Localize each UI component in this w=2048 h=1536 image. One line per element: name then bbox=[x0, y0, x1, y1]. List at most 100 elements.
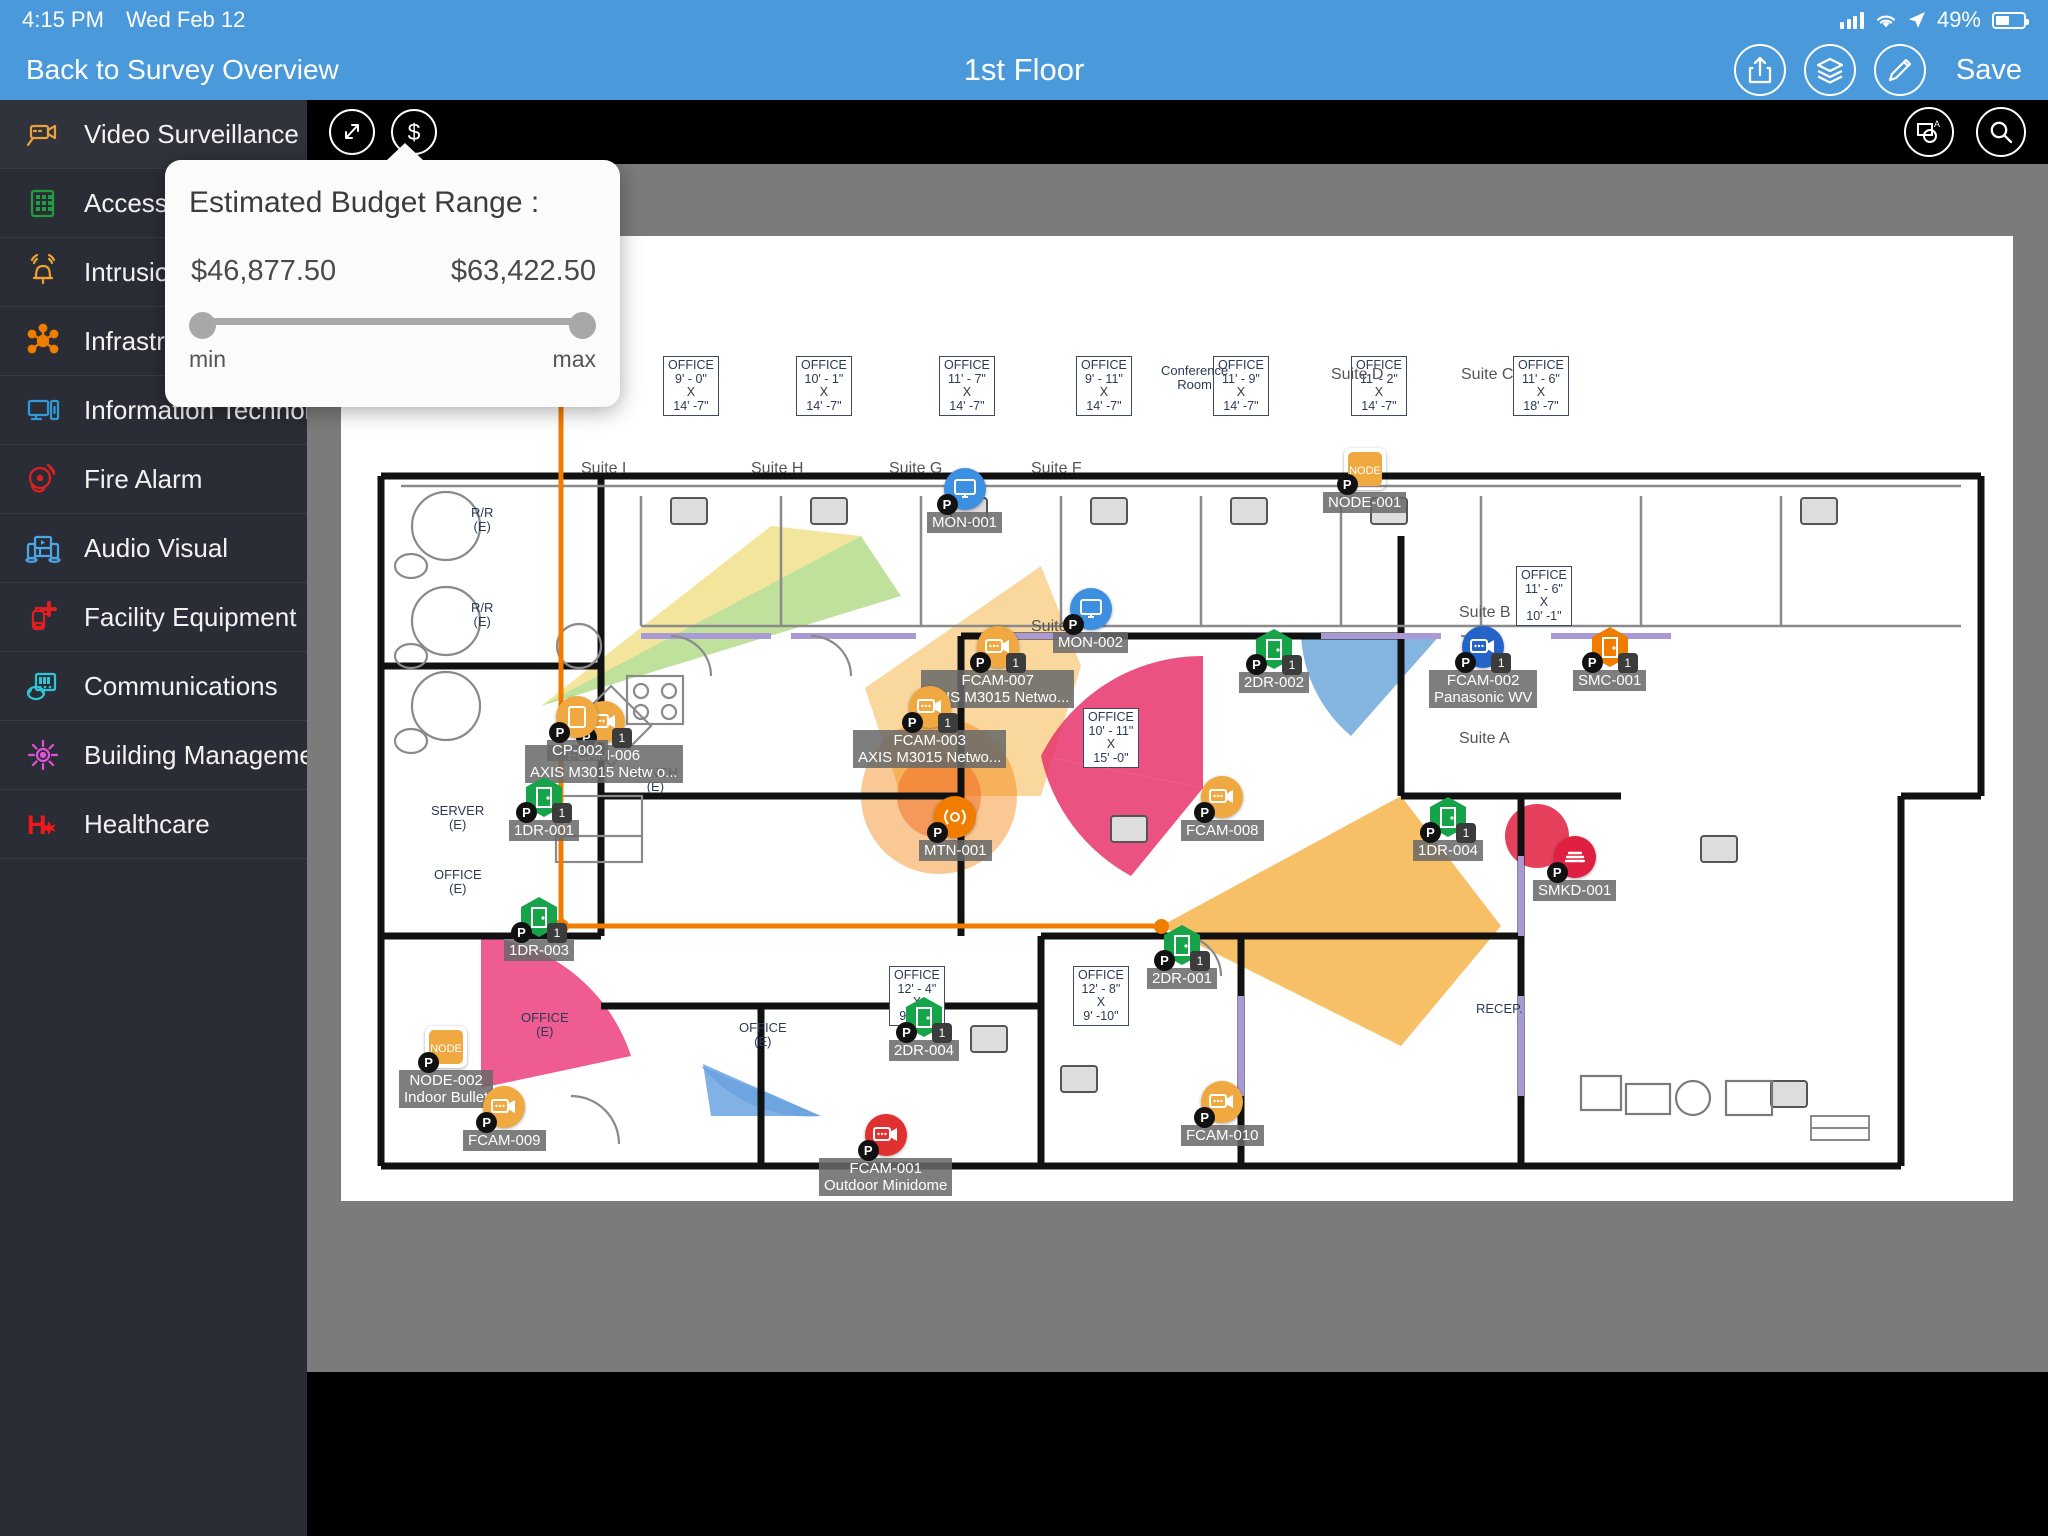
device-label: FCAM-003 AXIS M3015 Netwo... bbox=[853, 730, 1007, 768]
device-marker[interactable]: P FCAM-001 Outdoor Minidome bbox=[819, 1114, 953, 1196]
door-device-icon: P1 bbox=[1581, 626, 1638, 673]
sidebar-item-communications[interactable]: Communications bbox=[0, 652, 307, 721]
node-device-icon: NODE P bbox=[418, 1026, 467, 1073]
device-id: 1DR-004 bbox=[1418, 842, 1479, 859]
save-button[interactable]: Save bbox=[1956, 54, 2022, 87]
sidebar-item-healthcare[interactable]: H Healthcare bbox=[0, 790, 307, 859]
device-label: FCAM-001 Outdoor Minidome bbox=[819, 1158, 953, 1196]
device-label: FCAM-009 bbox=[463, 1130, 546, 1151]
suite-label: Suite H bbox=[751, 460, 804, 477]
healthcare-h-icon: H bbox=[22, 803, 64, 845]
device-model: AXIS M3015 Netwo... bbox=[858, 749, 1002, 766]
proposed-badge-icon: P bbox=[1154, 950, 1176, 971]
room-label-box: OFFICE 11' - 6" X 18' -7" bbox=[1513, 356, 1569, 416]
budget-min-value: $46,877.50 bbox=[191, 255, 337, 287]
camera-device-icon: P bbox=[857, 1114, 907, 1161]
budget-values: $46,877.50 $63,422.50 bbox=[189, 255, 596, 288]
plan-toolbar-right: A bbox=[1904, 107, 2026, 157]
device-marker[interactable]: P 1 1DR-003 bbox=[504, 896, 575, 961]
proposed-badge-icon: P bbox=[857, 1140, 879, 1161]
device-id: MON-001 bbox=[932, 514, 998, 531]
revision-badge: 1 bbox=[1491, 653, 1512, 673]
revision-badge: 1 bbox=[1190, 951, 1211, 971]
device-marker[interactable]: P FCAM-008 bbox=[1181, 776, 1264, 841]
device-label: SMKD-001 bbox=[1533, 880, 1617, 901]
proposed-badge-icon: P bbox=[969, 652, 991, 673]
plan-toolbar: $ A bbox=[307, 100, 2048, 164]
device-label: 2DR-002 bbox=[1239, 672, 1310, 693]
app-root: 4:15 PM Wed Feb 12 49% Back to Survey Ov… bbox=[0, 0, 2048, 1536]
device-label: 2DR-001 bbox=[1147, 968, 1218, 989]
device-marker[interactable]: P 1 1DR-004 bbox=[1413, 796, 1484, 861]
room-text-label: R/R (E) bbox=[471, 505, 494, 534]
sidebar-item-audio-visual[interactable]: Audio Visual bbox=[0, 514, 307, 583]
device-marker[interactable]: P 1 2DR-002 bbox=[1239, 628, 1310, 693]
sidebar-item-building-management[interactable]: Building Management bbox=[0, 721, 336, 790]
device-id: FCAM-001 bbox=[849, 1160, 922, 1177]
proposed-badge-icon: P bbox=[896, 1022, 918, 1043]
share-icon[interactable] bbox=[1733, 44, 1786, 96]
door-device-icon: P1 bbox=[1154, 924, 1211, 971]
device-id: 1DR-003 bbox=[509, 942, 570, 959]
device-marker[interactable]: P 1 2DR-001 bbox=[1147, 924, 1218, 989]
sidebar-item-video-surveillance[interactable]: Video Surveillance bbox=[0, 100, 307, 169]
slider-knob-max[interactable] bbox=[569, 312, 596, 339]
slider-track bbox=[202, 318, 583, 325]
room-text-label: R/R (E) bbox=[471, 600, 494, 629]
device-marker[interactable]: P 1 2DR-004 bbox=[889, 996, 960, 1061]
proposed-badge-icon: P bbox=[1581, 652, 1603, 673]
slider-knob-min[interactable] bbox=[189, 312, 216, 339]
room-text-label: Conference Room bbox=[1161, 363, 1229, 392]
device-marker[interactable]: P SMKD-001 bbox=[1533, 836, 1617, 901]
suite-label: Suite I bbox=[581, 460, 627, 477]
device-label: 1DR-004 bbox=[1413, 840, 1484, 861]
svg-text:A: A bbox=[1934, 119, 1940, 129]
suite-label: Suite F bbox=[1031, 460, 1082, 477]
device-marker[interactable]: P 1 1DR-001 bbox=[509, 776, 580, 841]
revision-badge: 1 bbox=[1456, 823, 1477, 843]
back-to-survey-overview-button[interactable]: Back to Survey Overview bbox=[26, 54, 339, 86]
device-id: FCAM-003 bbox=[893, 732, 966, 749]
budget-range-slider[interactable] bbox=[189, 312, 596, 339]
device-marker[interactable]: P 1 SMC-001 bbox=[1573, 626, 1647, 691]
sidebar-item-facility-equipment[interactable]: Facility Equipment bbox=[0, 583, 307, 652]
budget-popover[interactable]: Estimated Budget Range : $46,877.50 $63,… bbox=[165, 143, 620, 407]
revision-badge: 1 bbox=[1005, 653, 1026, 673]
door-device-icon: P1 bbox=[896, 996, 953, 1043]
measure-tool-icon[interactable] bbox=[329, 109, 375, 155]
proposed-badge-icon: P bbox=[1420, 822, 1442, 843]
device-marker[interactable]: P MTN-001 bbox=[919, 796, 992, 861]
device-model: Outdoor Minidome bbox=[824, 1177, 948, 1194]
smoke-device-icon: P bbox=[1546, 836, 1596, 883]
suite-label: Suite C bbox=[1461, 366, 1514, 383]
device-label: MON-001 bbox=[927, 512, 1003, 533]
device-id: MTN-001 bbox=[924, 842, 987, 859]
device-marker[interactable]: P CP-002 bbox=[547, 696, 608, 761]
proposed-badge-icon: P bbox=[418, 1052, 440, 1073]
revision-badge: 1 bbox=[937, 713, 958, 733]
device-id: SMC-001 bbox=[1578, 672, 1642, 689]
device-marker[interactable]: P 1 FCAM-002 Panasonic WV bbox=[1429, 626, 1538, 708]
node-device-icon: NODE P bbox=[1336, 448, 1386, 495]
cellular-signal-icon bbox=[1840, 11, 1864, 29]
sidebar-item-fire-alarm[interactable]: Fire Alarm bbox=[0, 445, 307, 514]
layers-icon[interactable] bbox=[1803, 44, 1856, 96]
room-text-label: OFFICE (E) bbox=[434, 867, 482, 896]
device-marker[interactable]: P 1 FCAM-003 AXIS M3015 Netwo... bbox=[853, 686, 1007, 768]
proposed-badge-icon: P bbox=[1336, 474, 1358, 495]
device-marker[interactable]: P FCAM-010 bbox=[1181, 1081, 1264, 1146]
location-arrow-icon bbox=[1908, 12, 1925, 28]
slider-max-label: max bbox=[552, 346, 596, 372]
search-icon[interactable] bbox=[1976, 107, 2026, 157]
device-marker[interactable]: NODE P NODE-001 bbox=[1323, 448, 1407, 513]
device-model: Panasonic WV bbox=[1434, 689, 1533, 706]
annotate-shapes-icon[interactable]: A bbox=[1904, 107, 1954, 157]
edit-pencil-icon[interactable] bbox=[1873, 44, 1926, 96]
device-id: 2DR-004 bbox=[894, 1042, 955, 1059]
budget-max-value: $63,422.50 bbox=[450, 255, 596, 287]
sidebar-item-label: Audio Visual bbox=[84, 532, 229, 563]
device-marker[interactable]: P MON-001 bbox=[927, 468, 1003, 533]
room-label-box: OFFICE 10' - 11" X 15' -0" bbox=[1083, 708, 1139, 768]
device-label: FCAM-008 bbox=[1181, 820, 1264, 841]
device-marker[interactable]: P FCAM-009 bbox=[463, 1086, 546, 1151]
